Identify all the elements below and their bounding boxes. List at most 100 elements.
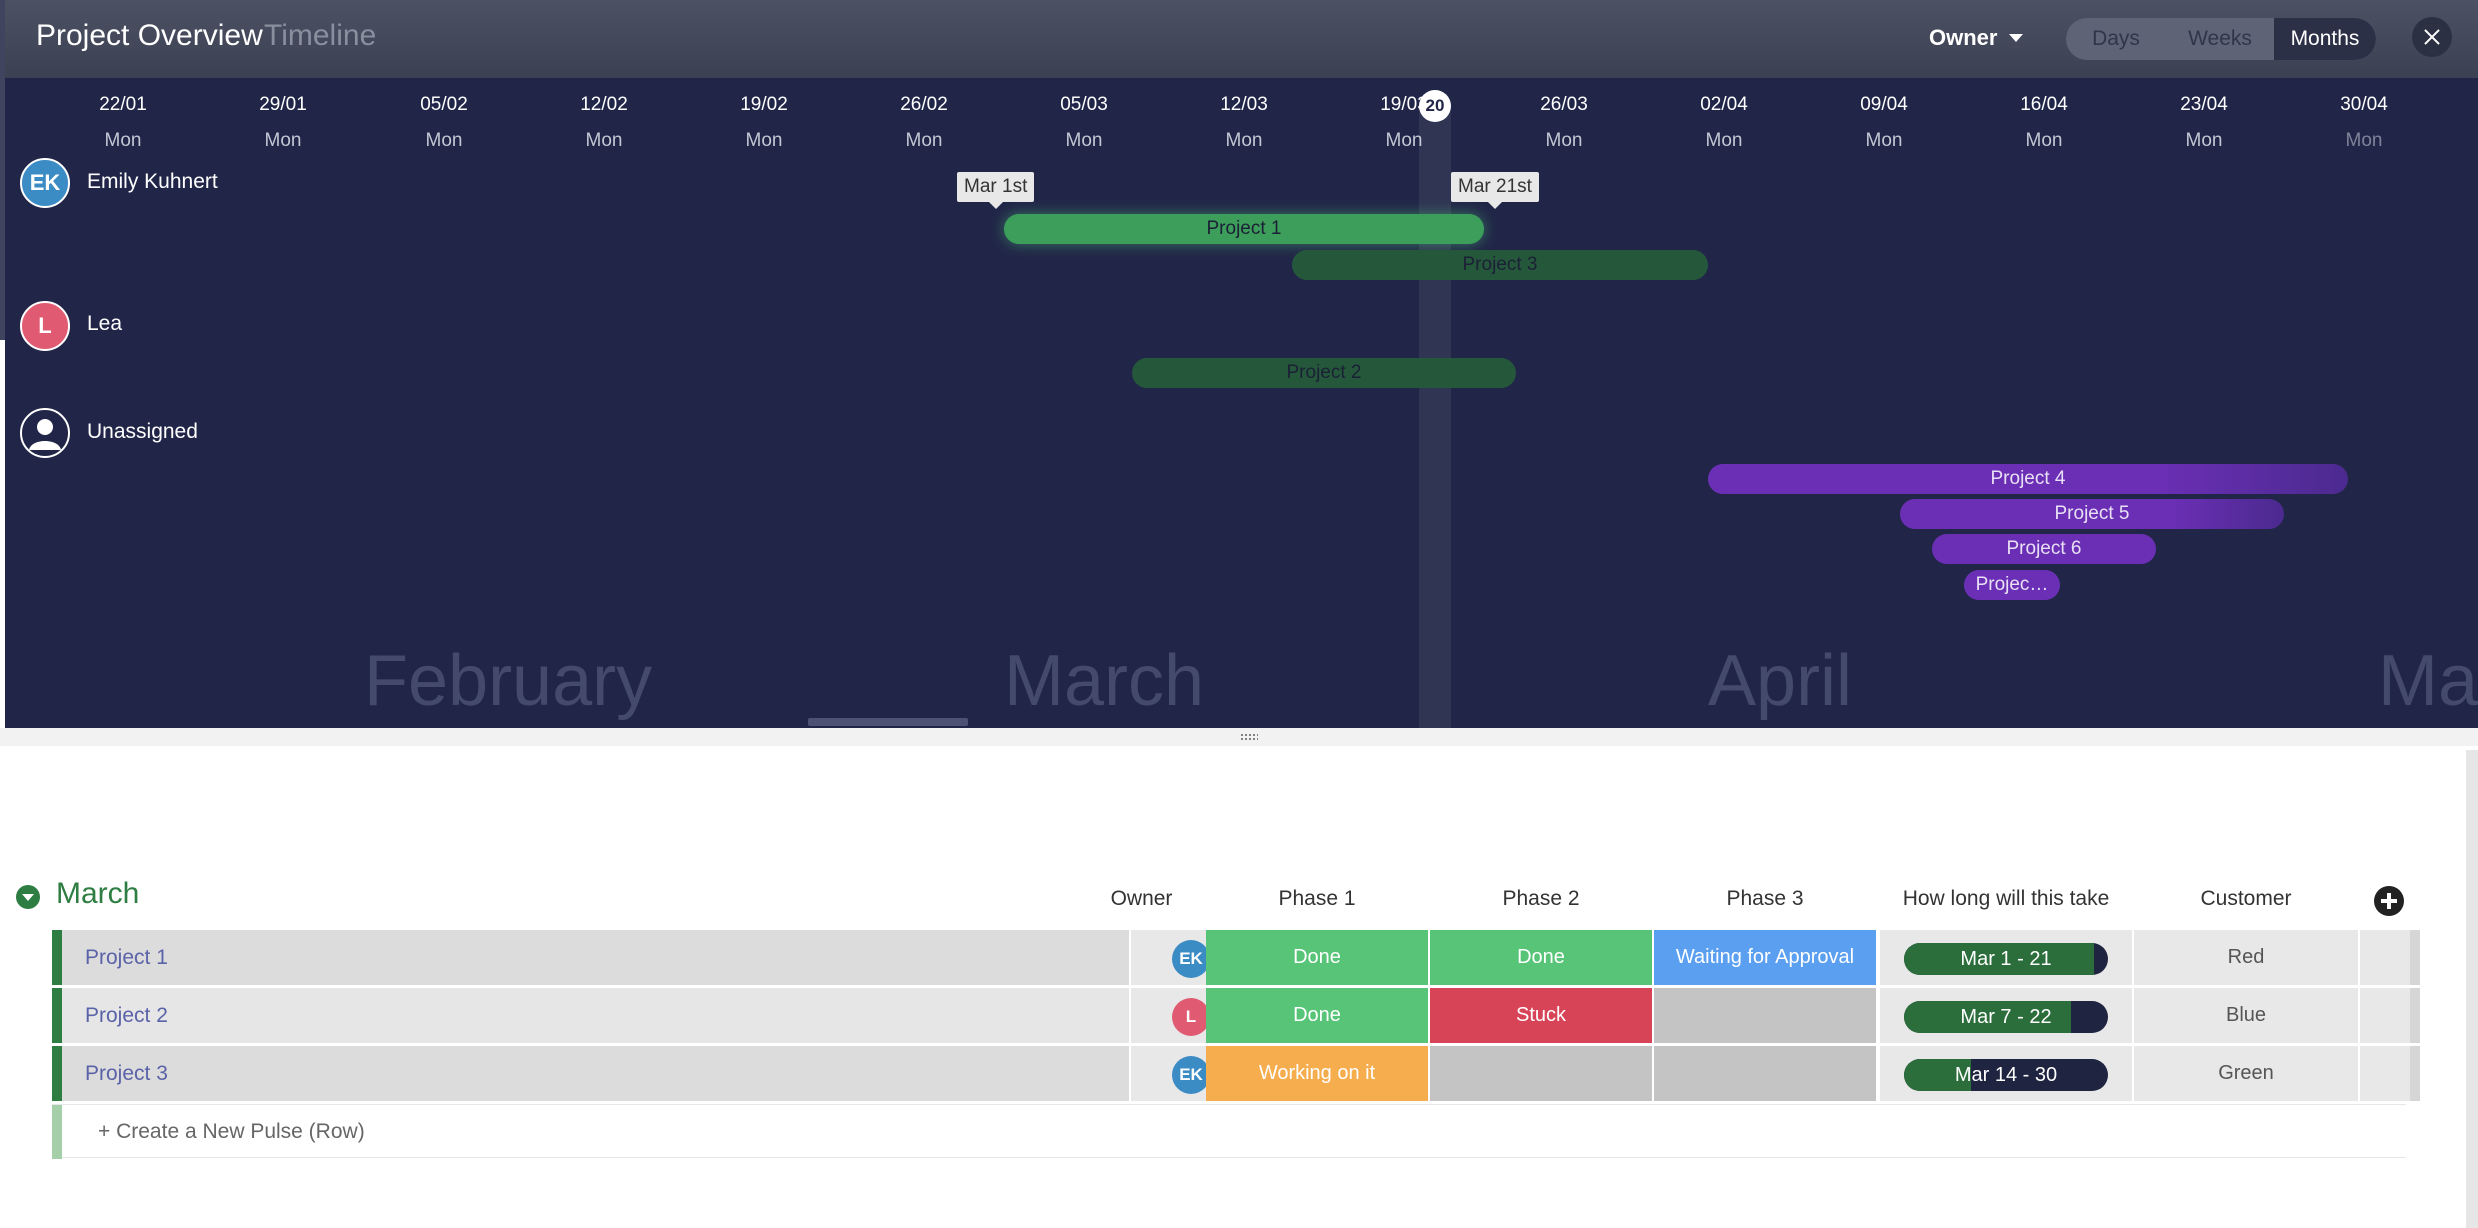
- date-column: 26/03 Mon: [1504, 94, 1624, 152]
- person-silhouette-icon: [29, 419, 61, 450]
- date-label: 26/03: [1540, 94, 1588, 115]
- column-header-phase2[interactable]: Phase 2: [1430, 887, 1652, 911]
- group-title[interactable]: March: [56, 877, 139, 911]
- empty-cell: [2360, 930, 2420, 985]
- status-cell[interactable]: Waiting for Approval: [1654, 930, 1876, 985]
- timeline-bar[interactable]: Project 1: [1004, 214, 1484, 244]
- zoom-weeks-button[interactable]: Weeks: [2166, 18, 2274, 60]
- panel-resize-handle[interactable]: [0, 728, 2478, 746]
- today-marker-line: [1419, 104, 1451, 728]
- zoom-toggle: Days Weeks Months: [2066, 18, 2376, 60]
- status-cell[interactable]: Working on it: [1206, 1046, 1428, 1101]
- status-cell[interactable]: [1430, 1046, 1652, 1101]
- timeline-bar[interactable]: Project 2: [1132, 358, 1516, 388]
- empty-cell: [2360, 1046, 2420, 1101]
- date-column: 26/02 Mon: [864, 94, 984, 152]
- group-color-strip: [52, 1046, 62, 1101]
- group-by-dropdown[interactable]: Owner: [1929, 23, 2024, 53]
- weekday-label: Mon: [1865, 130, 1903, 151]
- horizontal-scrollbar[interactable]: [808, 718, 968, 726]
- date-label: 30/04: [2340, 94, 2388, 115]
- duration-label: Mar 14 - 30: [1954, 1064, 2058, 1086]
- timeline-bar[interactable]: Project 4: [1708, 464, 2348, 494]
- duration-pill[interactable]: Mar 7 - 22: [1904, 1001, 2108, 1033]
- row-name[interactable]: Project 1: [62, 930, 1129, 985]
- status-cell[interactable]: Done: [1206, 930, 1428, 985]
- table-row: Project 3 EK Working on it Mar 14 - 30 G…: [52, 1046, 2420, 1101]
- duration-cell: Mar 7 - 22: [1880, 988, 2132, 1043]
- status-cell[interactable]: Done: [1206, 988, 1428, 1043]
- view-subtitle: Timeline: [264, 19, 377, 52]
- date-column: 22/01 Mon: [63, 94, 183, 152]
- date-label: 12/03: [1220, 94, 1268, 115]
- column-header-owner[interactable]: Owner: [1079, 887, 1204, 911]
- date-column: 05/03 Mon: [1024, 94, 1144, 152]
- weekday-label: Mon: [425, 130, 463, 151]
- date-label: 26/02: [900, 94, 948, 115]
- grip-icon: [1240, 733, 1258, 741]
- date-column: 12/03 Mon: [1184, 94, 1304, 152]
- date-label: 19/02: [740, 94, 788, 115]
- month-label: Ma: [2378, 641, 2478, 721]
- timeline-header: Project Overview Timeline Owner Days Wee…: [0, 0, 2478, 78]
- date-column: 30/04 Mon: [2304, 94, 2424, 152]
- date-label: 16/04: [2020, 94, 2068, 115]
- close-icon[interactable]: [2412, 17, 2452, 57]
- weekday-label: Mon: [1225, 130, 1263, 151]
- timeline-bar[interactable]: Project 5: [1900, 499, 2284, 529]
- column-header-customer[interactable]: Customer: [2134, 887, 2358, 911]
- row-name[interactable]: Project 3: [62, 1046, 1129, 1101]
- add-column-icon[interactable]: [2374, 886, 2404, 916]
- avatar: EK: [1172, 940, 1210, 978]
- weekday-label: Mon: [1705, 130, 1743, 151]
- group-color-strip: [52, 988, 62, 1043]
- date-column: 12/02 Mon: [544, 94, 664, 152]
- left-edge: [0, 0, 5, 745]
- status-cell[interactable]: [1654, 988, 1876, 1043]
- today-badge: 20: [1419, 90, 1451, 122]
- vertical-scrollbar[interactable]: [2466, 750, 2478, 1228]
- date-column: 19/02 Mon: [704, 94, 824, 152]
- column-header-phase3[interactable]: Phase 3: [1654, 887, 1876, 911]
- avatar: L: [1172, 998, 1210, 1036]
- create-row[interactable]: + Create a New Pulse (Row): [52, 1104, 2406, 1159]
- create-row-label[interactable]: + Create a New Pulse (Row): [98, 1105, 365, 1159]
- duration-pill[interactable]: Mar 1 - 21: [1904, 943, 2108, 975]
- column-header-duration[interactable]: How long will this take: [1880, 887, 2132, 911]
- customer-cell[interactable]: Red: [2134, 930, 2358, 985]
- status-cell[interactable]: [1654, 1046, 1876, 1101]
- timeline-bar[interactable]: Project 6: [1932, 534, 2156, 564]
- owner-name: Lea: [87, 312, 123, 335]
- group-collapse-icon[interactable]: [16, 885, 40, 909]
- status-cell[interactable]: Done: [1430, 930, 1652, 985]
- status-cell[interactable]: Stuck: [1430, 988, 1652, 1043]
- customer-cell[interactable]: Green: [2134, 1046, 2358, 1101]
- month-label: February: [364, 641, 653, 721]
- date-column: 23/04 Mon: [2144, 94, 2264, 152]
- owner-name: Emily Kuhnert: [87, 170, 218, 193]
- zoom-days-button[interactable]: Days: [2066, 18, 2166, 60]
- user-icon: [20, 408, 70, 458]
- duration-pill[interactable]: Mar 14 - 30: [1904, 1059, 2108, 1091]
- date-label: 09/04: [1860, 94, 1908, 115]
- customer-cell[interactable]: Blue: [2134, 988, 2358, 1043]
- timeline-bar[interactable]: Project 3: [1292, 250, 1708, 280]
- date-column: 02/04 Mon: [1664, 94, 1784, 152]
- row-name[interactable]: Project 2: [62, 988, 1129, 1043]
- column-header-phase1[interactable]: Phase 1: [1206, 887, 1428, 911]
- weekday-label: Mon: [2345, 130, 2383, 151]
- weekday-label: Mon: [1065, 130, 1103, 151]
- date-column: 29/01 Mon: [223, 94, 343, 152]
- timeline-bar[interactable]: Projec…: [1964, 570, 2060, 600]
- caret-down-icon: [2009, 34, 2024, 42]
- date-label: 05/02: [420, 94, 468, 115]
- table-row: Project 1 EK Done Done Waiting for Appro…: [52, 930, 2420, 985]
- group-color-strip: [52, 1105, 62, 1159]
- end-date-tooltip: Mar 21st: [1451, 172, 1539, 209]
- duration-label: Mar 7 - 22: [1960, 1006, 2052, 1028]
- weekday-label: Mon: [745, 130, 783, 151]
- date-label: 22/01: [99, 94, 147, 115]
- date-label: 12/02: [580, 94, 628, 115]
- duration-cell: Mar 14 - 30: [1880, 1046, 2132, 1101]
- zoom-months-button[interactable]: Months: [2274, 18, 2376, 60]
